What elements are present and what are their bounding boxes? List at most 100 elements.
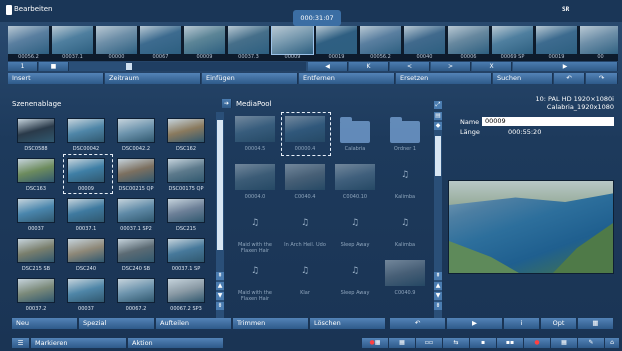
timeline-frame[interactable] (271, 26, 314, 55)
einfuegen-button[interactable]: Einfügen (202, 73, 298, 84)
neu-button[interactable]: Neu (12, 318, 78, 329)
folder-icon[interactable] (390, 117, 420, 143)
timeline-frame[interactable] (140, 26, 181, 54)
record-icon[interactable]: ●▦ (362, 338, 388, 348)
info-button[interactable]: i (504, 318, 540, 329)
timeline-frame[interactable] (8, 26, 49, 54)
markieren-button[interactable]: Markieren (31, 338, 127, 348)
scene-thumbnail[interactable] (117, 238, 155, 263)
scrubber-handle[interactable] (126, 63, 132, 70)
title-icon[interactable]: ▪ (470, 338, 496, 348)
entfernen-button[interactable]: Entfernen (299, 73, 395, 84)
scene-scroll-thumb[interactable] (217, 120, 223, 250)
spezial-button[interactable]: Spezial (79, 318, 155, 329)
next-button[interactable]: > (431, 62, 471, 71)
mp-scroll-bottom-icon[interactable]: ⇟ (434, 302, 442, 310)
scene-thumbnail[interactable] (167, 118, 205, 143)
home-icon[interactable]: ⌂ (605, 338, 619, 348)
aufteilen-button[interactable]: Aufteilen (156, 318, 232, 329)
mediapool-scrollbar[interactable]: ▤ ◆ ⇞ ▲ ▼ ⇟ (434, 112, 442, 318)
split-icon[interactable]: ▫▫ (416, 338, 442, 348)
audio-file-icon[interactable]: ♫ (235, 266, 275, 276)
pen-icon[interactable]: ✎ (578, 338, 604, 348)
audio-file-icon[interactable]: ♫ (385, 218, 425, 228)
timeline-frame[interactable] (52, 26, 93, 54)
mediapool-grid[interactable]: 00004.5 00000.4 Calabria Ordner 1 00004.0 C00… (230, 110, 430, 320)
scene-scrollbar[interactable]: ⇞ ▲ ▼ ⇟ (216, 112, 224, 318)
scene-name-field[interactable]: 00009 (482, 117, 614, 126)
scene-thumbnail[interactable] (167, 238, 205, 263)
undo-button[interactable]: ↶ (554, 73, 585, 84)
play-timeline-button[interactable]: ▶ (513, 62, 618, 71)
scroll-bottom-icon[interactable]: ⇟ (216, 302, 224, 310)
media-thumbnail[interactable] (285, 164, 325, 190)
scene-thumbnail[interactable] (67, 118, 105, 143)
trimmen-button[interactable]: Trimmen (233, 318, 309, 329)
options-button[interactable]: Opt (541, 318, 577, 329)
scroll-top-icon[interactable]: ⇞ (216, 272, 224, 280)
suchen-button[interactable]: Suchen (493, 73, 553, 84)
mp-scroll-top-icon[interactable]: ⇞ (434, 272, 442, 280)
media-thumbnail[interactable] (235, 116, 275, 142)
scene-thumbnail[interactable] (17, 118, 55, 143)
flag-button[interactable]: ■ (39, 62, 69, 71)
scene-thumbnail[interactable] (17, 278, 55, 303)
aktion-button[interactable]: Aktion (128, 338, 224, 348)
scene-thumbnail[interactable] (67, 278, 105, 303)
insert-button[interactable]: Insert (8, 73, 104, 84)
prev-button[interactable]: < (390, 62, 430, 71)
media-thumbnail[interactable] (335, 164, 375, 190)
mp-scroll-up-icon[interactable]: ▲ (434, 282, 442, 290)
mediapool-arrow-icon[interactable]: ➔ (222, 99, 232, 108)
page-indicator[interactable]: 1 (8, 62, 38, 71)
scroll-down-icon[interactable]: ▼ (216, 292, 224, 300)
scene-thumbnail[interactable] (167, 278, 205, 303)
scene-thumbnail[interactable] (67, 238, 105, 263)
cut-icon[interactable]: ▦ (389, 338, 415, 348)
loeschen-button[interactable]: Löschen (310, 318, 386, 329)
scene-thumbnail[interactable] (167, 158, 205, 183)
audio-file-icon[interactable]: ♫ (335, 218, 375, 228)
media-thumbnail[interactable] (235, 164, 275, 190)
scene-thumbnail[interactable] (117, 158, 155, 183)
timeline-strip[interactable]: 00056.2 00037.1 00000 00067 00009 00037.3 0000… (8, 26, 618, 61)
folder-icon[interactable] (340, 117, 370, 143)
skip-back-button[interactable]: ◀ (308, 62, 348, 71)
mp-scroll-down-icon[interactable]: ▼ (434, 292, 442, 300)
scene-play-button[interactable]: ▶ (447, 318, 503, 329)
prev-cut-button[interactable]: K (349, 62, 389, 71)
timeline-frame[interactable] (580, 26, 618, 54)
audio-file-icon[interactable]: ♫ (285, 266, 325, 276)
redo-button[interactable]: ↷ (586, 73, 618, 84)
scene-thumbnail[interactable] (117, 118, 155, 143)
timeline-frame[interactable] (228, 26, 269, 54)
media-thumbnail[interactable] (385, 260, 425, 286)
grid-icon[interactable]: ▦ (551, 338, 577, 348)
audio-file-icon[interactable]: ♫ (235, 218, 275, 228)
audio-file-icon[interactable]: ♫ (335, 266, 375, 276)
scene-thumbnail[interactable] (17, 238, 55, 263)
scene-undo-button[interactable]: ↶ (390, 318, 446, 329)
zeitraum-button[interactable]: Zeitraum (105, 73, 201, 84)
mediapool-view-icon[interactable]: ▤ (434, 112, 442, 120)
calculator-button[interactable]: ▦ (578, 318, 614, 329)
audio-file-icon[interactable]: ♫ (385, 170, 425, 180)
scene-thumbnail[interactable] (167, 198, 205, 223)
markieren-icon[interactable]: ☰ (12, 338, 30, 348)
scene-thumbnail[interactable] (17, 158, 55, 183)
timeline-frame[interactable] (316, 26, 357, 54)
scene-thumbnail[interactable] (117, 278, 155, 303)
audio-file-icon[interactable]: ♫ (285, 218, 325, 228)
scroll-up-icon[interactable]: ▲ (216, 282, 224, 290)
next-cut-button[interactable]: X (472, 62, 512, 71)
mediapool-expand-icon[interactable]: ⤢ (434, 101, 442, 109)
timeline-frame[interactable] (96, 26, 137, 54)
timeline-frame[interactable] (184, 26, 225, 54)
timeline-frame[interactable] (492, 26, 533, 54)
timeline-frame[interactable] (404, 26, 445, 54)
scene-thumbnail[interactable] (117, 198, 155, 223)
mediapool-scroll-thumb[interactable] (435, 136, 441, 176)
ersetzen-button[interactable]: Ersetzen (396, 73, 492, 84)
timeline-frame[interactable] (448, 26, 489, 54)
timeline-scrubber[interactable] (126, 62, 306, 71)
